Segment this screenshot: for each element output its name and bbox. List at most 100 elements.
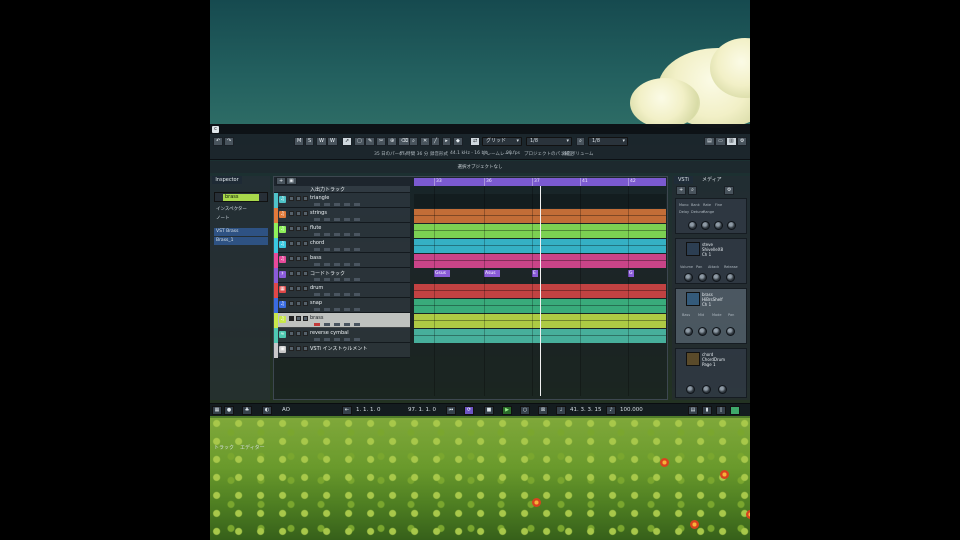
range-tool-icon[interactable]: ▢ [354,137,365,146]
play-button[interactable]: ▶ [502,406,512,415]
record-enable-button[interactable] [303,226,308,231]
rack-knob[interactable] [727,221,736,230]
track-name[interactable]: コードトラック [310,270,345,277]
rack-knob[interactable] [698,273,707,282]
mode-button-s[interactable]: S [305,137,315,146]
locator-left-icon[interactable]: ⇤ [342,406,352,415]
track-control[interactable] [344,218,350,221]
folder-row[interactable]: 入出力トラック [274,186,410,193]
inspector-row-channel[interactable]: Brass_1 [214,237,268,245]
track-row[interactable]: ▦ drum [274,283,410,298]
track-row[interactable]: ♫ brass [274,313,410,328]
record-enable-button[interactable] [303,316,308,321]
track-control[interactable] [314,263,320,266]
record-mode-icon[interactable]: ● [224,406,234,415]
mute-button[interactable] [289,196,294,201]
track-control[interactable] [344,203,350,206]
folder-icon[interactable]: ▣ [286,177,297,185]
track-control[interactable] [324,263,330,266]
track-control[interactable] [324,338,330,341]
track-control[interactable] [354,203,360,206]
track-control[interactable] [334,203,340,206]
draw-tool-icon[interactable]: ✎ [365,137,376,146]
snap-toggle-icon[interactable]: ⇄ [470,137,481,146]
inspector-tab[interactable]: Inspector [212,176,242,184]
inspector-row-main[interactable]: インスペクター [214,206,268,214]
mute-button[interactable] [289,211,294,216]
track-control[interactable] [334,263,340,266]
search-icon[interactable]: ⌕ [576,137,585,146]
tempo-display[interactable]: 100.000 [620,406,643,415]
record-enable-button[interactable] [303,241,308,246]
mode-indicator[interactable]: AO [282,406,290,415]
metronome-icon[interactable]: ♩ [556,406,566,415]
rack-knob[interactable] [688,221,697,230]
track-control[interactable] [314,278,320,281]
track-control[interactable] [354,218,360,221]
audio-performance-icon[interactable]: ▯ [716,406,726,415]
quantize-dropdown[interactable]: 1/8 ▾ [526,137,572,146]
mute-button[interactable] [289,241,294,246]
rack-search-icon[interactable]: ⌕ [688,186,697,195]
rack-knob[interactable] [718,385,727,394]
play-tool-icon[interactable]: ▸ [442,137,451,146]
track-control[interactable] [314,308,320,311]
zoom-tool-icon[interactable]: ⌕ [409,137,418,146]
chord-event[interactable]: Gsus [434,270,450,277]
track-control[interactable] [354,263,360,266]
track-name[interactable]: flute [310,225,321,231]
color-tool-icon[interactable]: ◆ [453,137,463,146]
track-control[interactable] [344,263,350,266]
record-enable-button[interactable] [303,196,308,201]
track-name[interactable]: reverse cymbal [310,330,349,336]
settings-gear-icon[interactable]: ⚙ [737,137,748,146]
track-control[interactable] [334,308,340,311]
track-control[interactable] [324,248,330,251]
mute-button[interactable] [289,256,294,261]
track-control[interactable] [354,323,360,326]
record-enable-button[interactable] [303,211,308,216]
rack-knob[interactable] [684,327,693,336]
instrument-slot-3[interactable]: chord ChordDrum Page 1 [675,348,747,398]
track-row[interactable]: ≈ reverse cymbal [274,328,410,343]
track-control[interactable] [344,293,350,296]
track-control[interactable] [314,338,320,341]
mode-button-m[interactable]: M [294,137,305,146]
track-row[interactable]: ♫ bass [274,253,410,268]
activity-icon[interactable]: ▦ [212,406,222,415]
track-control[interactable] [354,293,360,296]
grid-type-dropdown[interactable]: グリッド ▾ [482,137,522,146]
track-control[interactable] [314,203,320,206]
rack-knob[interactable] [712,273,721,282]
track-name[interactable]: snap [310,300,322,306]
track-control[interactable] [334,293,340,296]
solo-button[interactable] [296,241,301,246]
tab-vsti[interactable]: VSTi [674,176,693,184]
layout-left-icon[interactable]: ▤ [704,137,715,146]
punch-icon[interactable]: ♣ [242,406,252,415]
chord-event[interactable]: Asus [484,270,500,277]
track-control[interactable] [344,338,350,341]
tempo-track-icon[interactable]: ♪ [606,406,616,415]
record-button[interactable]: ○ [520,406,530,415]
mute-tool-icon[interactable]: ✕ [420,137,431,146]
mute-button[interactable] [289,301,294,306]
track-name[interactable]: bass [310,255,321,261]
track-control[interactable] [324,308,330,311]
solo-button[interactable] [296,211,301,216]
mute-button[interactable] [289,271,294,276]
mute-button[interactable] [289,331,294,336]
tab-media[interactable]: メディア [698,176,726,184]
rack-knob[interactable] [684,273,693,282]
rack-knob[interactable] [686,385,695,394]
mute-button[interactable] [289,346,294,351]
track-control[interactable] [314,218,320,221]
instrument-slot-1[interactable]: steve ShivelleX8 Ch 1 Volume Pan Attack … [675,238,747,284]
track-control[interactable] [314,233,320,236]
track-row[interactable]: ♫ snap [274,298,410,313]
track-control[interactable] [354,278,360,281]
instrument-slot-2[interactable]: brass HiBrsShelf Ch 1 Bass Mid Mode Pan [675,288,747,344]
rack-knob[interactable] [701,221,710,230]
solo-button[interactable] [296,286,301,291]
layout-right-icon[interactable]: ▥ [726,137,737,146]
